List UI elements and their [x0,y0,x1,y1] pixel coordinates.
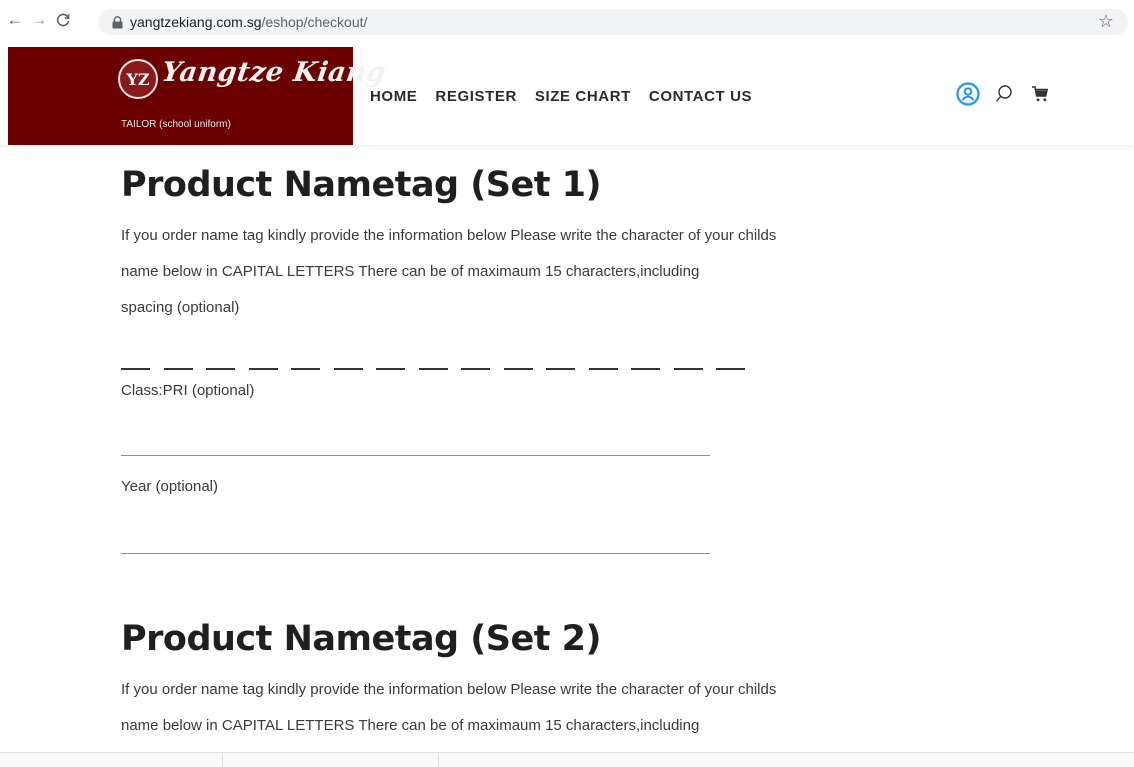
url-text: yangtzekiang.com.sg/eshop/checkout/ [130,14,367,30]
logo-emblem-icon: YZ [118,59,158,99]
browser-toolbar: ← → yangtzekiang.com.sg/eshop/checkout/ … [0,0,1134,40]
nav-home[interactable]: HOME [370,88,417,105]
forward-arrow-icon[interactable]: → [28,9,50,31]
desc-line: If you order name tag kindly provide the… [121,681,777,698]
desc-line: name below in CAPITAL LETTERS There can … [121,263,700,280]
checkout-content: Product Nametag (Set 1) If you order nam… [121,160,821,744]
lock-icon [110,15,124,29]
reload-icon[interactable] [52,9,74,31]
bookmark-star-icon[interactable]: ☆ [1098,11,1114,32]
char-slot[interactable] [376,350,405,370]
site-header: YZ Yangtze Kiang TAILOR (school uniform)… [0,47,1134,145]
nav-contact-us[interactable]: CONTACT US [649,88,752,105]
address-bar[interactable]: yangtzekiang.com.sg/eshop/checkout/ ☆ [98,9,1128,35]
class-input[interactable] [121,422,710,456]
url-path: /eshop/checkout/ [261,14,368,30]
bottom-bar [0,752,1134,767]
nametag-set-2: Product Nametag (Set 2) If you order nam… [121,614,821,744]
char-slot[interactable] [291,350,320,370]
year-input[interactable] [121,520,710,554]
char-slot[interactable] [673,350,703,370]
back-arrow-icon[interactable]: ← [4,9,26,31]
desc-line: name below in CAPITAL LETTERS There can … [121,717,700,734]
char-slot[interactable] [121,350,150,370]
logo-tagline: TAILOR (school uniform) [121,119,231,130]
section-title: Product Nametag (Set 1) [121,165,602,205]
year-label: Year (optional) [121,478,219,495]
url-domain: yangtzekiang.com.sg [130,14,262,30]
section-description: If you order name tag kindly provide the… [121,672,821,744]
search-icon[interactable] [990,80,1018,108]
char-slot[interactable] [631,350,660,370]
char-slot[interactable] [206,350,235,370]
char-slot[interactable] [716,350,745,370]
logo-wordmark: Yangtze Kiang [159,57,388,88]
divider [222,753,223,767]
header-actions [954,80,1054,108]
char-slot[interactable] [163,350,193,370]
char-slot[interactable] [588,350,618,370]
desc-line: spacing (optional) [121,299,240,316]
name-character-slots [121,350,821,370]
nav-size-chart[interactable]: SIZE CHART [535,88,631,105]
char-slot[interactable] [418,350,448,370]
section-description: If you order name tag kindly provide the… [121,218,821,326]
section-title: Product Nametag (Set 2) [121,619,602,659]
divider [438,753,439,767]
main-nav: HOME REGISTER SIZE CHART CONTACT US [370,47,770,145]
class-label: Class:PRI (optional) [121,382,255,399]
site-logo[interactable]: YZ Yangtze Kiang TAILOR (school uniform) [8,47,388,145]
char-slot[interactable] [461,350,490,370]
char-slot[interactable] [546,350,575,370]
nav-register[interactable]: REGISTER [435,88,516,105]
char-slot[interactable] [333,350,363,370]
cart-icon[interactable] [1026,80,1054,108]
account-icon[interactable] [954,80,982,108]
desc-line: If you order name tag kindly provide the… [121,227,777,244]
char-slot[interactable] [503,350,533,370]
nametag-set-1: Product Nametag (Set 1) If you order nam… [121,160,821,554]
char-slot[interactable] [248,350,278,370]
